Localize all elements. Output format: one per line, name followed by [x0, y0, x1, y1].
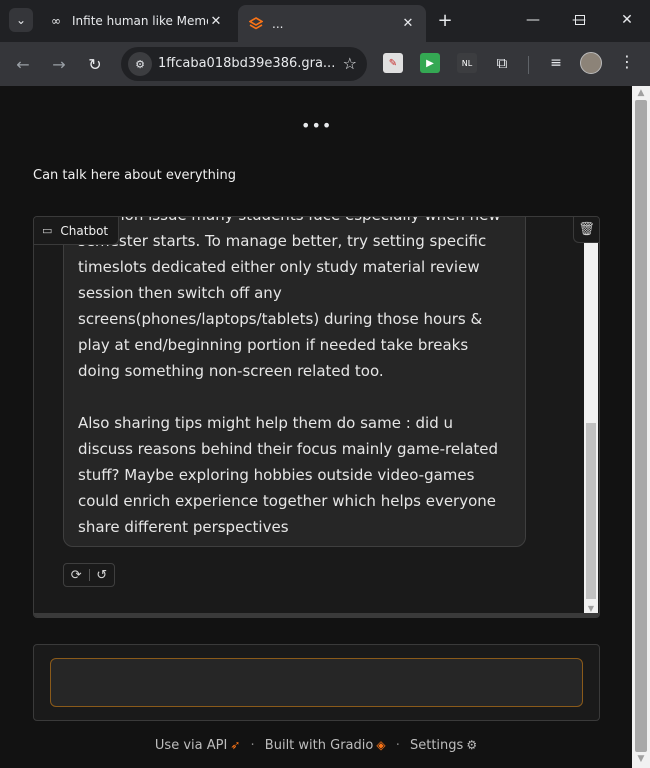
api-link-text: Use via API [154, 738, 228, 753]
page-description: Can talk here about everything [33, 168, 236, 183]
profile-avatar[interactable] [580, 52, 602, 74]
use-via-api-link[interactable]: Use via API ➶ [155, 738, 240, 753]
message-input[interactable] [50, 658, 583, 707]
minimize-button[interactable]: — [510, 0, 556, 40]
browser-menu-icon[interactable]: ⋮ [618, 52, 636, 74]
address-bar[interactable]: ⚙ 1ffcaba018bd39e386.gra... ☆ [121, 47, 367, 81]
tab-memory[interactable]: ∞ Infite human like Memo ✕ [38, 5, 234, 37]
settings-link-text: Settings [409, 738, 464, 753]
reload-button[interactable]: ↻ [83, 52, 107, 76]
chatbot-label-text: Chatbot [60, 223, 109, 238]
tab-search-button[interactable]: ⌄ [9, 8, 33, 32]
new-tab-button[interactable]: + [434, 9, 456, 31]
gradio-logo-icon [248, 16, 264, 32]
footer: Use via API ➶ · Built with Gradio ◈ · Sett… [0, 738, 632, 753]
chatbot-label: ▭ Chatbot [34, 217, 120, 245]
trash-icon[interactable]: 🗑 [573, 217, 599, 243]
site-info-icon[interactable]: ⚙ [128, 52, 152, 76]
more-options-icon[interactable]: ••• [301, 116, 331, 135]
chat-scroll-thumb[interactable] [586, 423, 596, 599]
message-actions: ⟳ ↺ [63, 563, 115, 587]
media-control-icon[interactable]: ≡ [546, 53, 566, 73]
gradio-logo-icon: ◈ [376, 738, 386, 752]
back-button[interactable]: ← [11, 52, 35, 76]
tab-close-icon[interactable]: ✕ [400, 16, 416, 31]
scroll-down-arrow-icon[interactable]: ▼ [584, 604, 598, 613]
infinity-icon: ∞ [51, 14, 61, 28]
chatbot-panel: common issue many students face especial… [33, 216, 600, 618]
tab-close-icon[interactable]: ✕ [208, 14, 224, 29]
forward-button[interactable]: → [47, 52, 71, 76]
tab-title: Infite human like Memo [72, 14, 208, 28]
toolbar: ← → ↻ ⚙ 1ffcaba018bd39e386.gra... ☆ ✎ ▶ … [0, 42, 650, 86]
extensions-puzzle-icon[interactable]: ⧉ [492, 53, 512, 73]
page-scrollbar[interactable]: ▲ ▼ [632, 86, 650, 768]
tab-gradio[interactable]: ... ✕ [238, 5, 426, 42]
gear-icon: ⚙ [466, 738, 478, 752]
close-window-button[interactable]: ✕ [604, 0, 650, 40]
rocket-icon: ➶ [230, 738, 241, 752]
chat-scrollbar[interactable]: ▼ [584, 243, 598, 615]
scroll-up-arrow-icon[interactable]: ▲ [632, 88, 650, 100]
url-text: 1ffcaba018bd39e386.gra... [158, 56, 336, 71]
gradio-link-text: Built with Gradio [264, 738, 374, 753]
message-paragraph: Also sharing tips might help them do sam… [78, 414, 499, 536]
browser-window: ⌄ ∞ Infite human like Memo ✕ ... ✕ + — —… [0, 0, 650, 768]
retry-icon[interactable]: ⟳ [64, 568, 89, 583]
extension-translate-icon[interactable]: ✎ [383, 53, 403, 73]
extension-video-icon[interactable]: ▶ [420, 53, 440, 73]
tab-title: ... [272, 16, 284, 31]
chevron-down-icon: ⌄ [15, 13, 27, 27]
footer-separator: · [250, 738, 255, 753]
built-with-gradio-link[interactable]: Built with Gradio ◈ [265, 738, 386, 753]
maximize-button[interactable] [557, 0, 603, 40]
undo-icon[interactable]: ↺ [90, 568, 115, 583]
message-paragraph: common issue many students face especial… [78, 217, 501, 380]
toolbar-divider [528, 56, 529, 74]
extension-nl-icon[interactable]: NL [457, 53, 477, 73]
footer-separator: · [395, 738, 400, 753]
page-scroll-thumb[interactable] [635, 100, 647, 752]
input-panel [33, 644, 600, 721]
settings-link[interactable]: Settings ⚙ [410, 738, 477, 753]
maximize-icon [575, 15, 585, 25]
scroll-down-arrow-icon[interactable]: ▼ [632, 754, 650, 766]
bookmark-star-icon[interactable]: ☆ [343, 54, 357, 73]
chat-bubble-icon: ▭ [42, 224, 53, 237]
bot-message: common issue many students face especial… [63, 217, 526, 547]
chat-panel-border [34, 613, 599, 617]
page-content: ••• Can talk here about everything commo… [0, 86, 632, 768]
